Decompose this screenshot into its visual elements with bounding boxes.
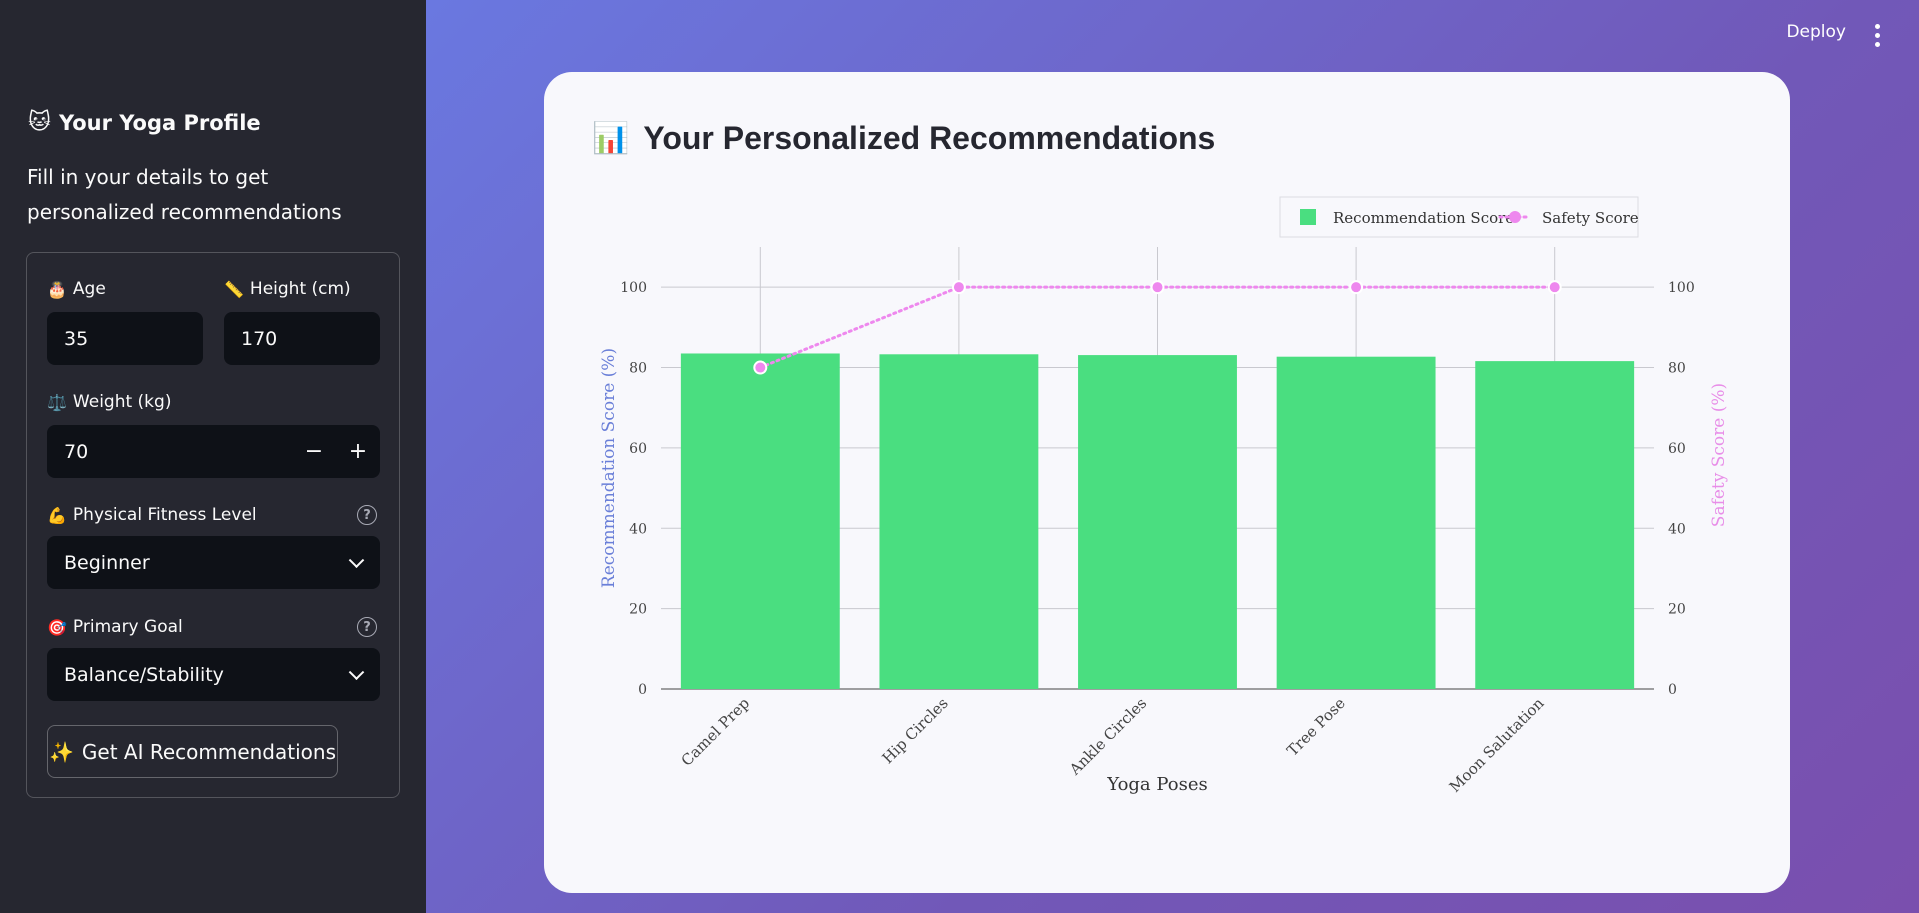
fitness-help-icon[interactable]: ? <box>357 505 377 525</box>
x-tick-label: Tree Pose <box>1283 694 1349 760</box>
profile-form: 🎂 Age 35 📏 Height (cm) 170 ⚖️ Weight (kg… <box>26 252 400 798</box>
x-tick-label: Camel Prep <box>678 694 754 770</box>
y-axis-title: Recommendation Score (%) <box>599 348 619 588</box>
goal-label: 🎯 Primary Goal <box>47 617 183 637</box>
x-tick-label: Moon Salutation <box>1446 694 1548 796</box>
fitness-label-text: Physical Fitness Level <box>72 505 257 525</box>
bar-2 <box>1078 355 1237 689</box>
fitness-value: Beginner <box>64 551 150 574</box>
height-label-text: Height (cm) <box>249 279 351 299</box>
deploy-button[interactable]: Deploy <box>1786 22 1846 42</box>
fitness-label: 💪 Physical Fitness Level <box>47 505 257 525</box>
y2-axis-title: Safety Score (%) <box>1709 383 1729 527</box>
y-tick-label: 80 <box>629 361 647 377</box>
x-axis-title: Yoga Poses <box>1106 774 1207 795</box>
safety-point-4 <box>1547 280 1562 295</box>
birthday-cake-icon: 🎂 <box>47 279 67 299</box>
weight-value: 70 <box>64 440 89 463</box>
target-icon: 🎯 <box>47 617 67 637</box>
fitness-select[interactable]: Beginner <box>47 536 380 589</box>
age-input[interactable]: 35 <box>47 312 203 365</box>
age-label-text: Age <box>72 279 106 299</box>
age-label: 🎂 Age <box>47 279 106 299</box>
y2-tick-label: 40 <box>1668 521 1686 537</box>
chevron-down-icon <box>348 551 365 568</box>
y-tick-label: 40 <box>629 521 647 537</box>
legend-bar-swatch <box>1300 209 1316 225</box>
y-tick-label: 20 <box>629 602 647 618</box>
bar-3 <box>1276 356 1436 689</box>
height-value: 170 <box>241 327 278 350</box>
legend-label: Safety Score <box>1542 209 1639 227</box>
bar-1 <box>879 354 1039 689</box>
sidebar: 🐱 Your Yoga Profile Fill in your details… <box>0 0 426 913</box>
x-tick-label: Hip Circles <box>879 694 952 767</box>
chevron-down-icon <box>348 663 365 680</box>
sparkles-icon: ✨ <box>48 739 74 764</box>
goal-value: Balance/Stability <box>64 663 224 686</box>
height-input[interactable]: 170 <box>224 312 380 365</box>
goal-select[interactable]: Balance/Stability <box>47 648 380 701</box>
safety-point-1 <box>951 280 966 295</box>
weight-stepper[interactable]: 70 − + <box>47 425 380 478</box>
goal-label-text: Primary Goal <box>72 617 183 637</box>
legend-label: Recommendation Score <box>1333 209 1514 227</box>
decrement-button[interactable]: − <box>292 425 336 478</box>
legend-point-swatch <box>1509 211 1521 223</box>
y-tick-label: 100 <box>620 280 647 296</box>
bar-4 <box>1475 361 1635 689</box>
recommendations-card: 📊 Your Personalized Recommendations 0 0 20… <box>544 72 1790 893</box>
y2-tick-label: 80 <box>1668 361 1686 377</box>
recommendation-chart: 0 0 20 20 40 40 60 60 80 80 100 100 Camel Prep Hip Ci… <box>599 196 1729 796</box>
get-recommendations-label: Get AI Recommendations <box>81 739 336 764</box>
flexed-biceps-icon: 💪 <box>47 505 67 525</box>
y2-tick-label: 60 <box>1668 441 1686 457</box>
y2-tick-label: 0 <box>1668 682 1677 698</box>
safety-point-3 <box>1349 280 1364 295</box>
get-recommendations-button[interactable]: ✨ Get AI Recommendations <box>47 725 338 778</box>
y2-tick-label: 20 <box>1668 602 1686 618</box>
more-options-icon[interactable] <box>1875 24 1881 47</box>
x-tick-label: Ankle Circles <box>1065 694 1150 779</box>
y2-tick-label: 100 <box>1668 280 1695 296</box>
main-area: Deploy 📊 Your Personalized Recommendatio… <box>426 0 1919 913</box>
age-value: 35 <box>64 327 89 350</box>
ruler-icon: 📏 <box>224 279 244 299</box>
y-tick-label: 0 <box>638 682 647 698</box>
goal-help-icon[interactable]: ? <box>357 617 377 637</box>
sidebar-description: Fill in your details to get personalized… <box>27 165 342 224</box>
weight-label: ⚖️ Weight (kg) <box>47 392 171 412</box>
increment-button[interactable]: + <box>336 425 380 478</box>
bar-0 <box>680 353 840 689</box>
sidebar-title: 🐱 Your Yoga Profile <box>28 110 261 135</box>
legend-layer: Recommendation Score Safety Score <box>1279 196 1639 238</box>
cat-face-icon: 🐱 <box>28 110 51 135</box>
y-tick-label: 60 <box>629 441 647 457</box>
safety-point-2 <box>1150 280 1165 295</box>
weight-label-text: Weight (kg) <box>72 392 172 412</box>
height-label: 📏 Height (cm) <box>224 279 351 299</box>
bar-layer <box>680 353 1635 689</box>
safety-point-0 <box>753 360 768 375</box>
scales-icon: ⚖️ <box>47 392 67 412</box>
sidebar-title-text: Your Yoga Profile <box>58 110 261 135</box>
